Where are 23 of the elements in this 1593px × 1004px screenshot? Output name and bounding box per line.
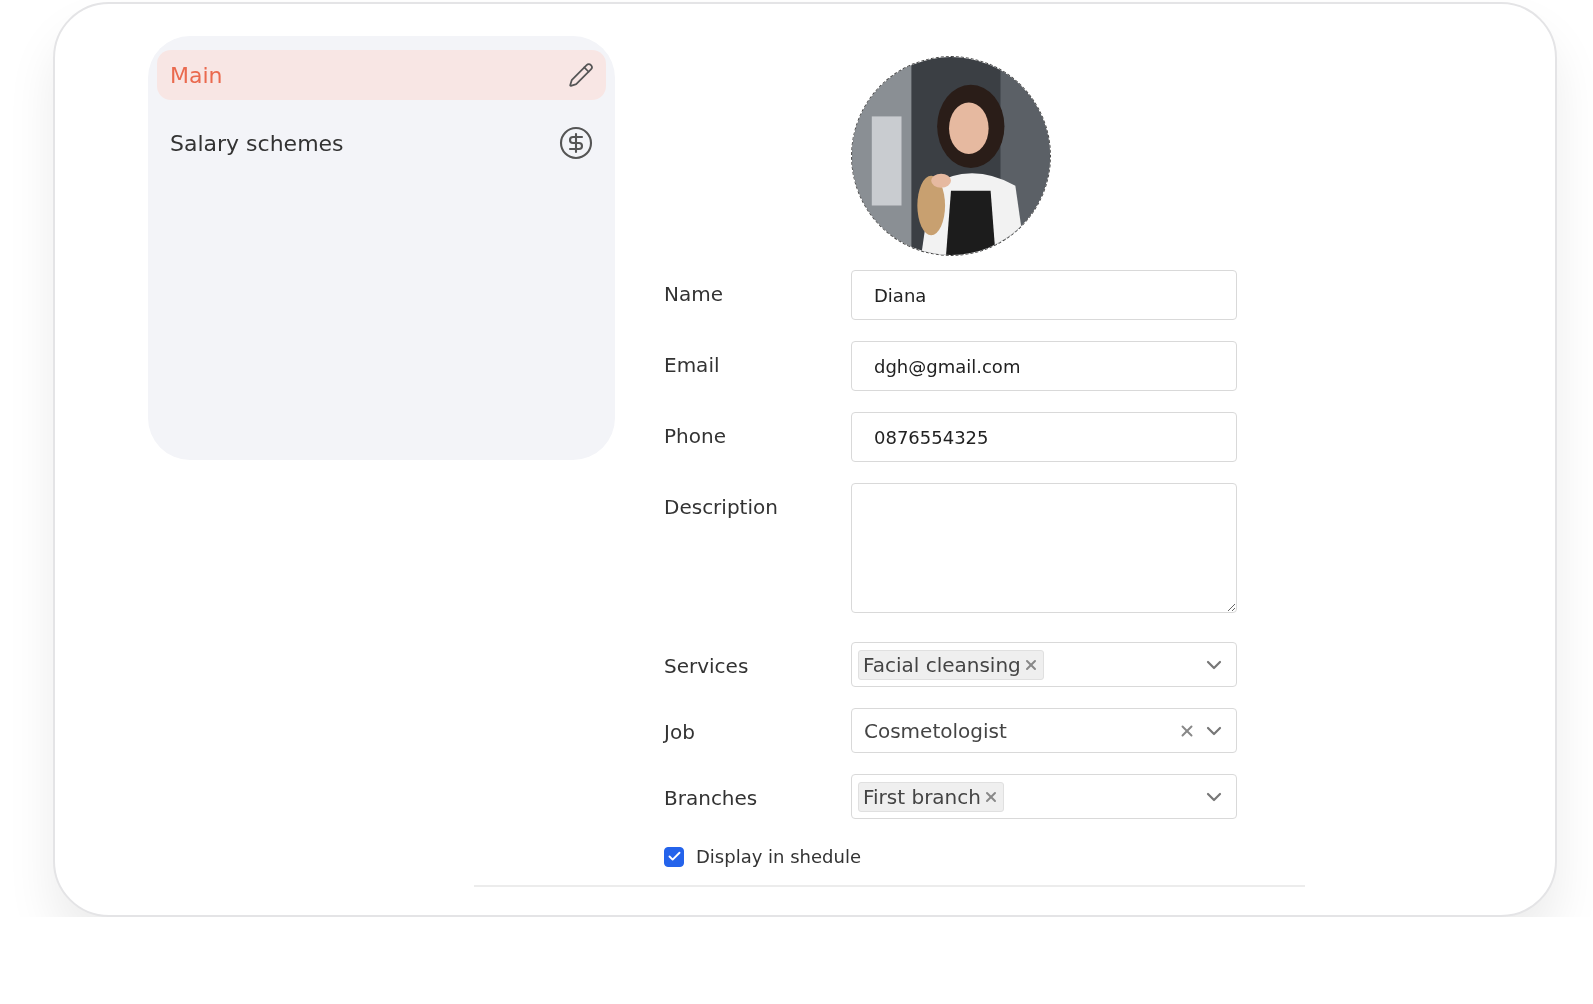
field-label: Email bbox=[664, 352, 721, 379]
description-field[interactable] bbox=[851, 483, 1237, 613]
sidebar-item[interactable]: Salary schemes bbox=[157, 118, 606, 168]
input-field[interactable]: 0876554325 bbox=[851, 412, 1237, 462]
field-label: Branches bbox=[664, 785, 759, 812]
tag-label: Facial cleansing bbox=[863, 652, 1021, 677]
tag-label: First branch bbox=[863, 784, 981, 809]
field-label: Name bbox=[664, 281, 724, 308]
input-field[interactable]: dgh@gmail.com bbox=[851, 341, 1237, 391]
field-label: Description bbox=[664, 494, 779, 521]
field-label: Services bbox=[664, 653, 750, 680]
check-icon bbox=[666, 849, 682, 864]
input-field[interactable]: Diana bbox=[851, 270, 1237, 320]
field-label: Phone bbox=[664, 423, 727, 450]
select-field[interactable]: Cosmetologist bbox=[851, 708, 1237, 753]
field-label: Job bbox=[664, 719, 696, 746]
multi-select[interactable]: Facial cleansing bbox=[851, 642, 1237, 687]
checkbox-label: Display in shedule bbox=[696, 846, 861, 867]
checkbox[interactable] bbox=[664, 846, 684, 867]
dollar-icon bbox=[558, 125, 594, 161]
pencil-icon bbox=[568, 62, 594, 88]
multi-select[interactable]: First branch bbox=[851, 774, 1237, 819]
select-value: Cosmetologist bbox=[863, 718, 1007, 743]
